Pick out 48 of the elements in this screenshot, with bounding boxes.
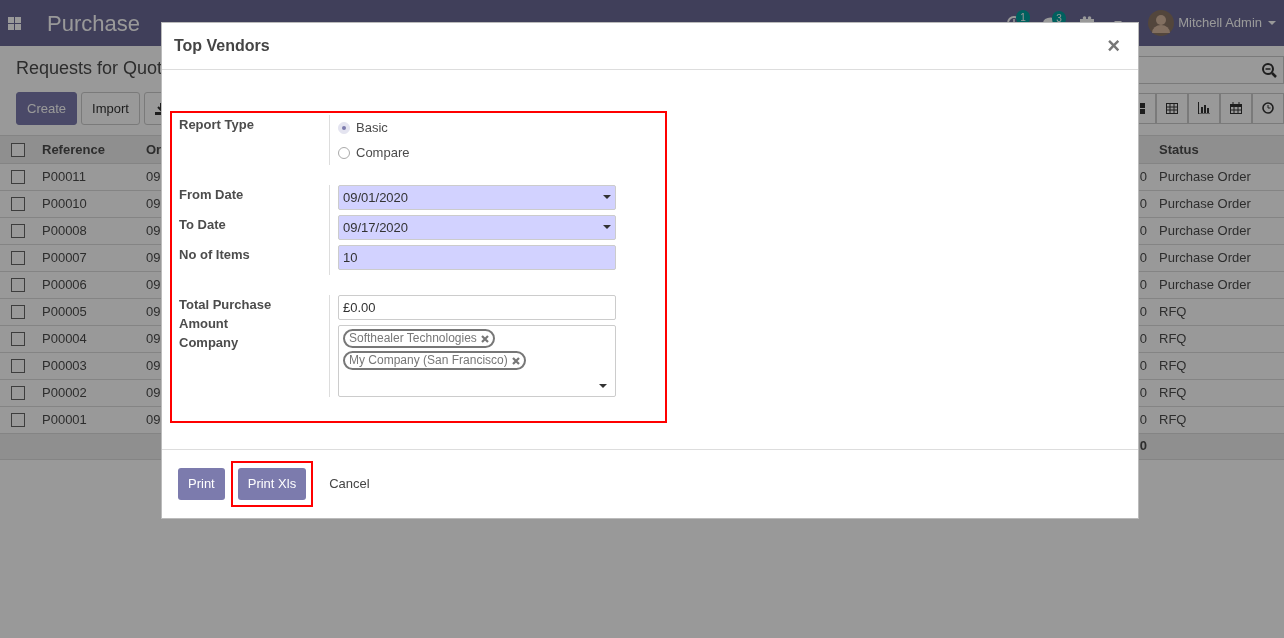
table-cell: P00003	[36, 352, 140, 380]
table-cell: Purchase Order	[1153, 244, 1275, 272]
print-button[interactable]: Print Xls	[237, 468, 307, 500]
table-cell: P00011	[36, 163, 140, 191]
field-label: To Date	[179, 216, 227, 234]
print-button[interactable]: Print	[178, 468, 225, 500]
dialog-title: Top Vendors	[174, 36, 270, 56]
page-title: Requests for Quot	[16, 58, 163, 80]
column-header[interactable]: Reference	[36, 136, 140, 164]
column-header[interactable]: Status	[1153, 136, 1275, 164]
table-cell: P00001	[36, 406, 140, 434]
table-cell: RFQ	[1153, 325, 1275, 353]
input-field[interactable]: 10	[338, 245, 616, 270]
table-cell: Purchase Order	[1153, 217, 1275, 245]
tags-field[interactable]: Softhealer Technologies My Company (San Francisco)	[338, 325, 616, 397]
field-label: Company	[179, 334, 240, 352]
table-cell: Purchase Order	[1153, 190, 1275, 218]
date-field[interactable]: 09/01/2020	[338, 185, 616, 210]
tag-chip[interactable]: My Company (San Francisco)	[343, 351, 526, 370]
create-button[interactable]: Create	[16, 91, 78, 126]
table-cell: RFQ	[1153, 406, 1275, 434]
date-field[interactable]: 09/17/2020	[338, 215, 616, 240]
input-field[interactable]: £0.00	[338, 295, 616, 320]
table-cell: P00008	[36, 217, 140, 245]
table-cell: P00005	[36, 298, 140, 326]
tag-label: Softhealer Technologies	[349, 331, 477, 346]
field-label: No of Items	[179, 246, 251, 264]
table-cell: P00002	[36, 379, 140, 407]
tag-chip[interactable]: Softhealer Technologies	[343, 329, 495, 348]
table-cell: P00006	[36, 271, 140, 299]
table-cell: P00004	[36, 325, 140, 353]
table-cell: RFQ	[1153, 298, 1275, 326]
field-label: From Date	[179, 186, 245, 204]
table-cell: RFQ	[1153, 352, 1275, 380]
table-cell: Purchase Order	[1153, 271, 1275, 299]
table-cell: Purchase Order	[1153, 163, 1275, 191]
app-title: Purchase	[47, 9, 140, 38]
table-cell: RFQ	[1153, 379, 1275, 407]
table-cell: P00007	[36, 244, 140, 272]
option-label[interactable]: Basic	[356, 117, 388, 138]
cancel-link[interactable]: Cancel	[319, 468, 380, 500]
tag-label: My Company (San Francisco)	[349, 353, 508, 368]
table-cell: P00010	[36, 190, 140, 218]
close-button[interactable]: ×	[1101, 35, 1126, 57]
import-button[interactable]: Import	[81, 91, 140, 126]
user-menu[interactable]: Mitchell Admin	[1178, 13, 1262, 33]
field-label: Report Type	[179, 116, 255, 134]
option-label[interactable]: Compare	[356, 142, 410, 163]
